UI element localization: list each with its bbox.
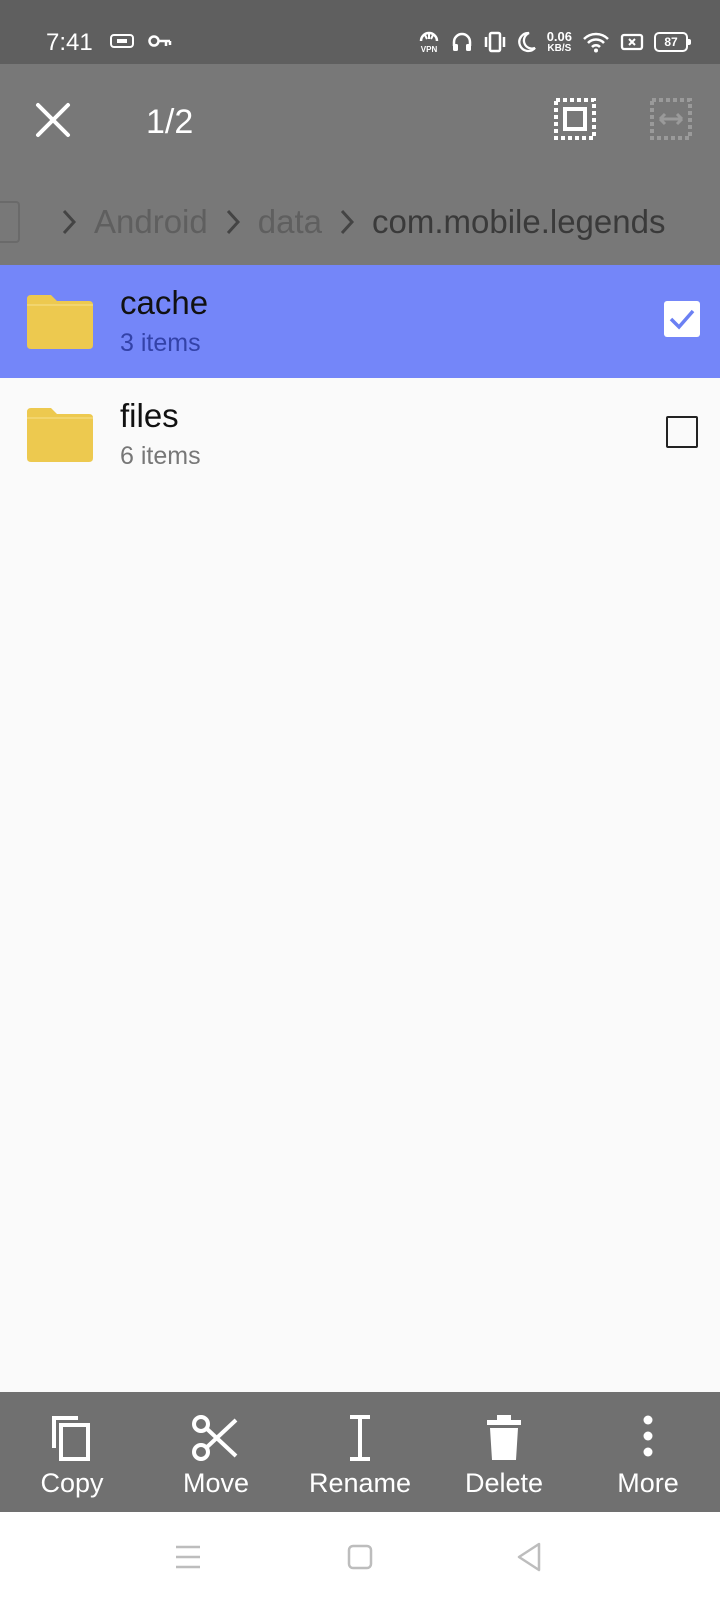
breadcrumb-item-current[interactable]: com.mobile.legends	[372, 201, 666, 243]
copy-label: Copy	[40, 1468, 104, 1498]
file-row-cache[interactable]: cache 3 items	[0, 265, 720, 378]
vpn-label: VPN	[420, 45, 437, 54]
selection-toolbar: 1/2	[0, 64, 720, 179]
headphones-icon	[452, 32, 471, 51]
system-nav-bar	[0, 1512, 720, 1600]
breadcrumb-item-android[interactable]: Android	[94, 201, 208, 243]
file-item-count: 6 items	[120, 442, 201, 470]
net-speed-value: 0.06	[546, 29, 572, 44]
net-speed: 0.06 KB/S	[547, 30, 572, 54]
moon-icon	[517, 31, 536, 53]
select-range-icon[interactable]	[648, 96, 694, 142]
sim-icon	[110, 34, 134, 48]
breadcrumb-item-data[interactable]: data	[258, 201, 322, 243]
home-icon[interactable]	[340, 1537, 380, 1577]
chevron-right-icon	[226, 209, 240, 235]
more-button[interactable]: More	[576, 1392, 720, 1512]
move-label: Move	[182, 1468, 250, 1498]
breadcrumb-overflow[interactable]	[0, 201, 20, 243]
wifi-icon	[583, 32, 609, 53]
file-list: cache 3 items files 6 items	[0, 265, 720, 491]
status-bar: 7:41 VPN 0.06 KB/S 87	[0, 0, 720, 64]
back-icon[interactable]	[510, 1537, 550, 1577]
copy-icon	[52, 1416, 90, 1461]
menu-icon[interactable]	[168, 1537, 208, 1577]
file-name: files	[120, 397, 179, 434]
status-time: 7:41	[46, 29, 93, 56]
file-row-files[interactable]: files 6 items	[0, 378, 720, 491]
vibrate-icon	[484, 31, 505, 53]
select-all-icon[interactable]	[552, 96, 598, 142]
key-icon	[148, 35, 172, 47]
copy-button[interactable]: Copy	[0, 1392, 144, 1512]
move-button[interactable]: Move	[144, 1392, 288, 1512]
trash-icon	[487, 1415, 521, 1460]
more-label: More	[617, 1468, 679, 1498]
battery-icon: 87	[654, 32, 691, 52]
breadcrumb: Android data com.mobile.legends	[0, 179, 720, 265]
delete-button[interactable]: Delete	[432, 1392, 576, 1512]
selection-count: 1/2	[146, 103, 194, 141]
no-sim-icon	[620, 33, 644, 51]
checkbox-checked[interactable]	[664, 301, 700, 337]
status-left-icons	[110, 34, 172, 48]
file-name: cache	[120, 284, 209, 321]
checkbox-unchecked[interactable]	[666, 416, 698, 448]
file-item-count: 3 items	[120, 329, 201, 357]
chevron-right-icon	[340, 209, 355, 235]
rename-button[interactable]: Rename	[288, 1392, 432, 1512]
status-right-icons: VPN 0.06 KB/S 87	[417, 30, 691, 54]
net-speed-unit: KB/S	[547, 43, 572, 54]
delete-label: Delete	[464, 1468, 544, 1498]
text-cursor-icon	[350, 1415, 370, 1461]
more-vertical-icon	[643, 1415, 653, 1457]
rename-label: Rename	[308, 1468, 412, 1498]
vpn-icon: VPN	[419, 31, 438, 54]
close-icon[interactable]	[30, 97, 76, 143]
scissors-icon	[192, 1415, 238, 1461]
chevron-right-icon	[62, 209, 77, 235]
breadcrumb-trail: Android data com.mobile.legends	[0, 201, 665, 243]
bottom-action-bar: Copy Move Rename Delete More	[0, 1392, 720, 1512]
folder-icon	[27, 295, 93, 349]
checkmark-icon	[669, 309, 695, 330]
folder-icon	[27, 408, 93, 462]
